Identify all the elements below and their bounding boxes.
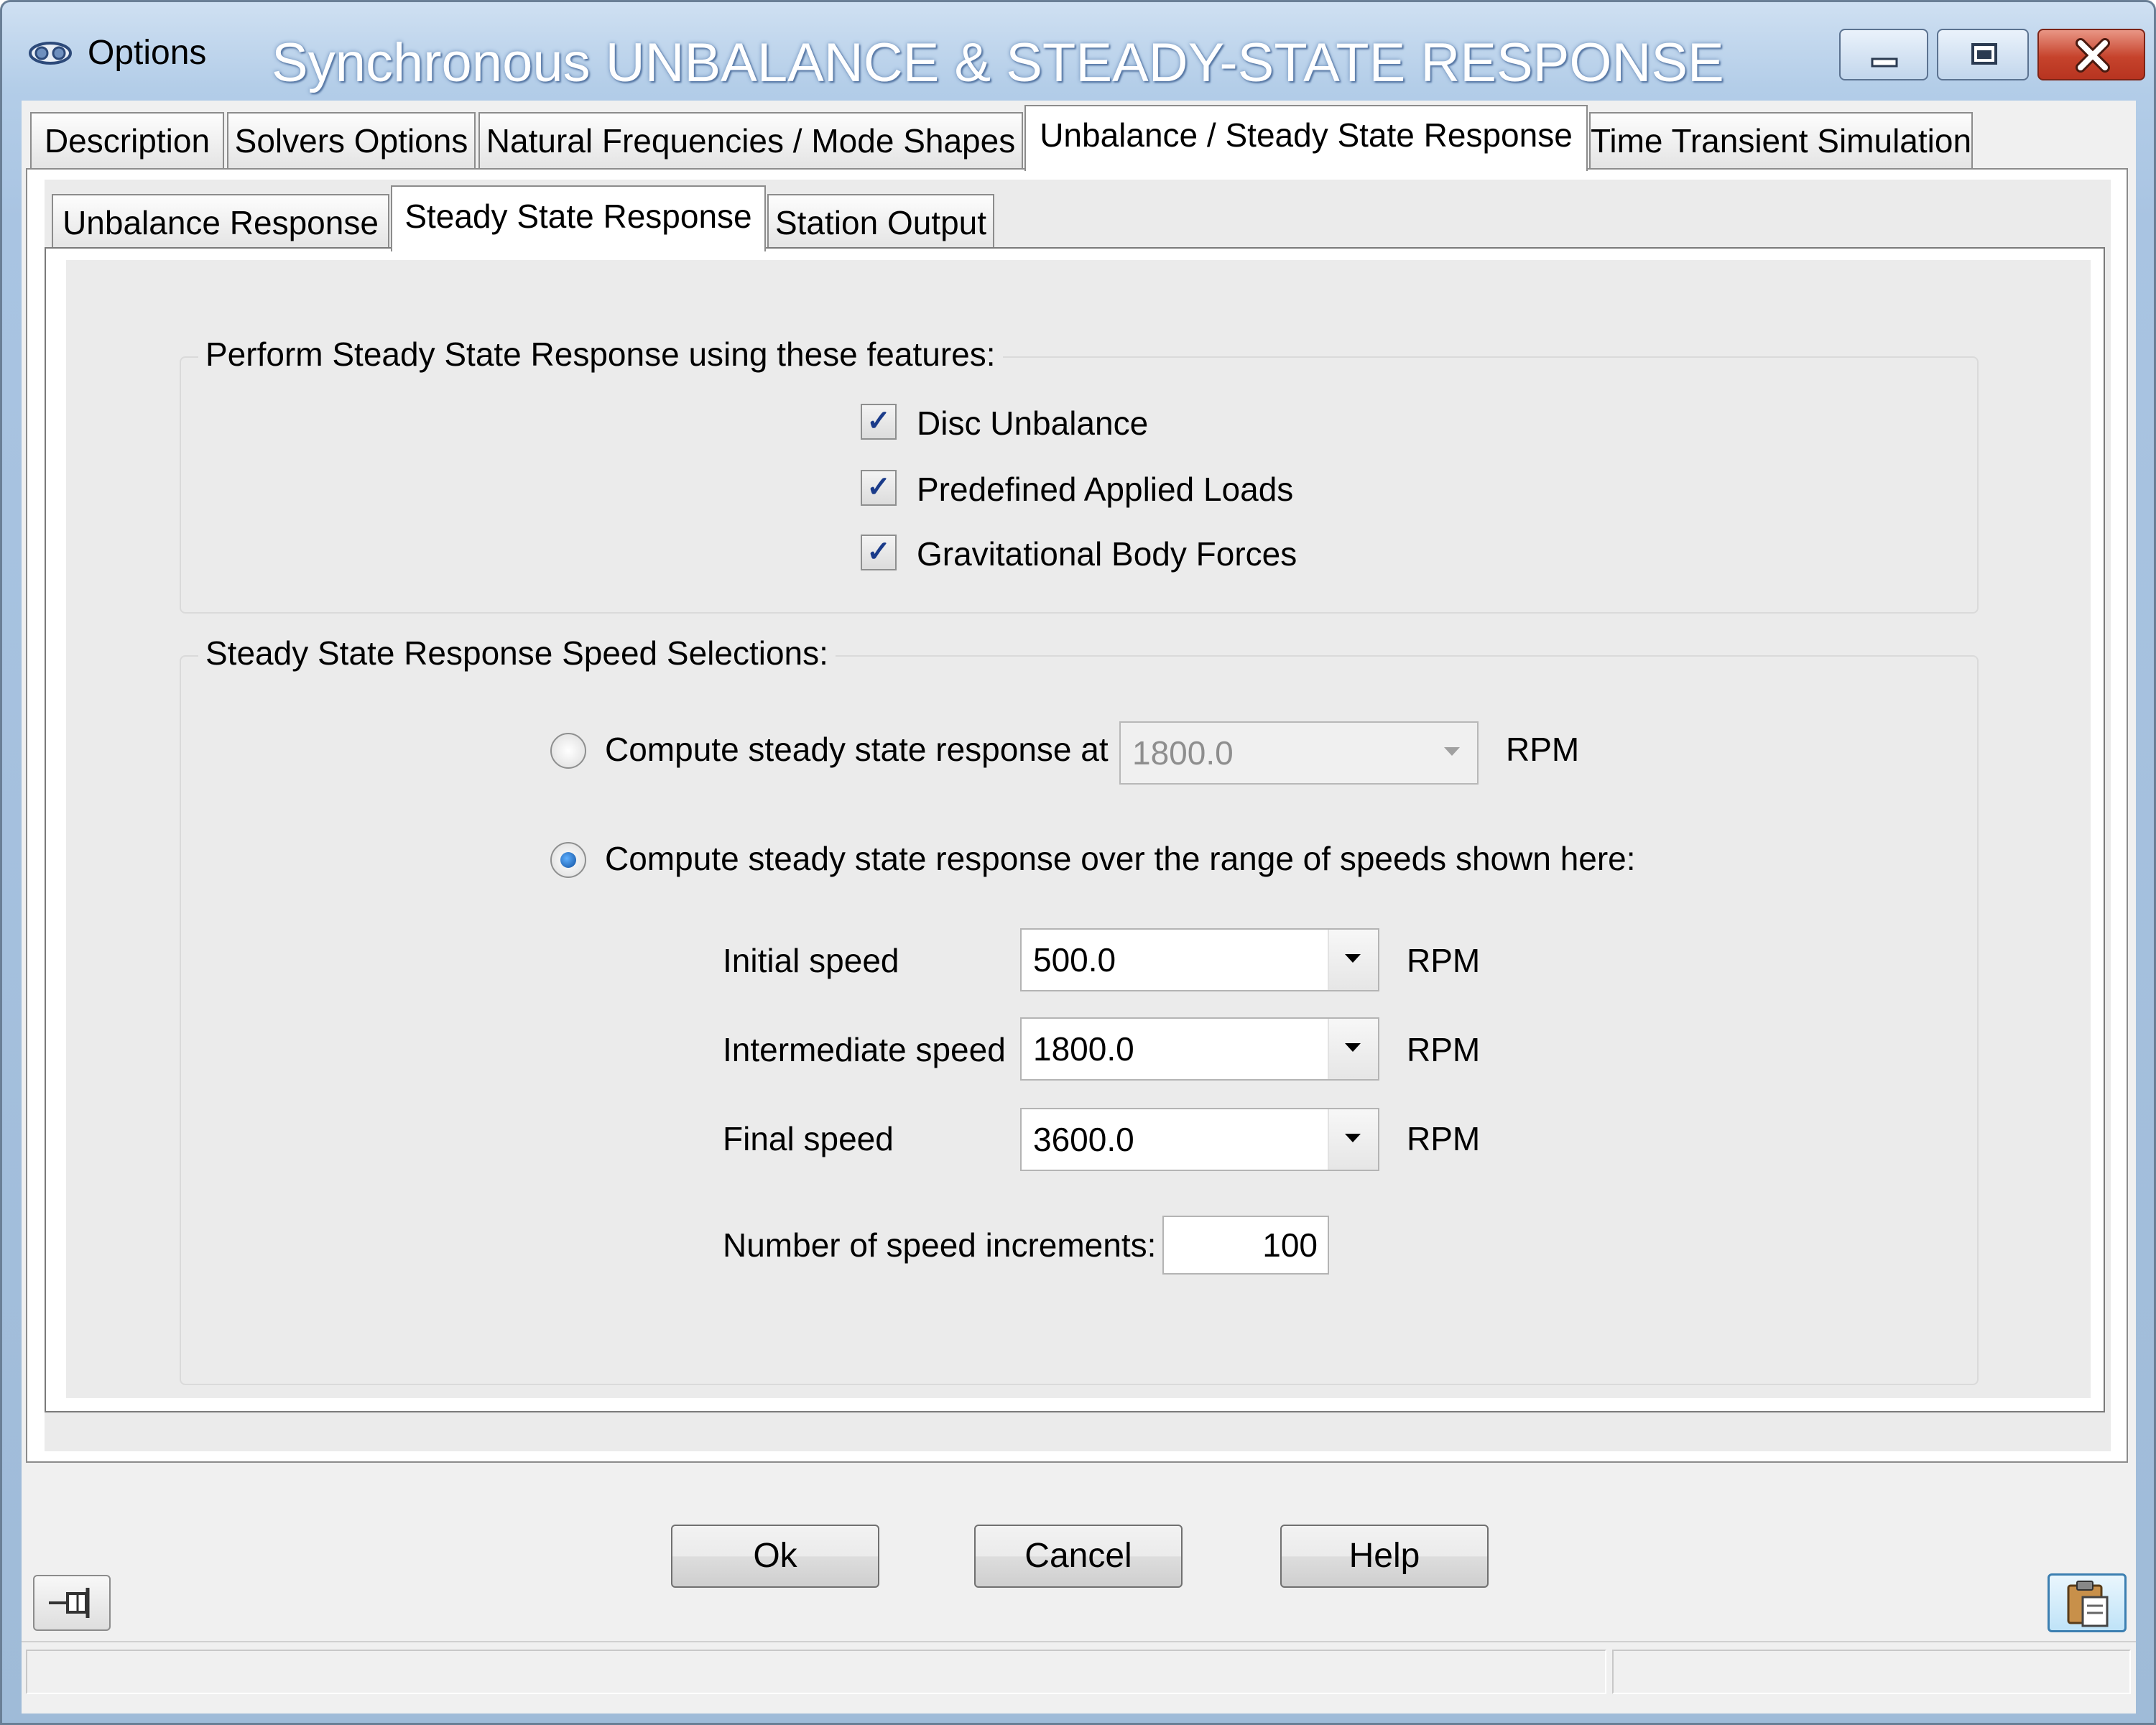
dropdown-button[interactable] [1428, 723, 1477, 783]
status-pane-main [26, 1650, 1606, 1694]
status-pane-secondary [1612, 1650, 2131, 1694]
speed-range-label: Compute steady state response over the r… [605, 840, 1636, 877]
dropdown-button[interactable] [1328, 1019, 1378, 1079]
predefined-applied-loads-checkbox[interactable]: ✓ [861, 470, 897, 506]
dropdown-button[interactable] [1328, 930, 1378, 990]
pin-button[interactable] [33, 1575, 111, 1631]
final-speed-label: Final speed [723, 1120, 894, 1157]
options-app-icon [27, 36, 73, 70]
final-speed-unit: RPM [1407, 1120, 1481, 1157]
minimize-icon [1871, 57, 1898, 68]
tab-unbalance-steady-state[interactable]: Unbalance / Steady State Response [1024, 105, 1588, 171]
intermediate-speed-combo[interactable]: 1800.0 [1020, 1017, 1379, 1081]
tab-time-transient-simulation[interactable]: Time Transient Simulation [1589, 112, 1973, 168]
maximize-icon [1971, 43, 1997, 65]
subtab-steady-state-response[interactable]: Steady State Response [391, 185, 766, 251]
final-speed-combo[interactable]: 3600.0 [1020, 1108, 1379, 1171]
initial-speed-value: 500.0 [1033, 941, 1116, 979]
title-bar[interactable]: Options Synchronous UNBALANCE & STEADY-S… [0, 0, 2156, 108]
pin-icon [49, 1588, 90, 1618]
cancel-button[interactable]: Cancel [974, 1525, 1183, 1588]
chevron-down-icon [1345, 1134, 1361, 1142]
help-button[interactable]: Help [1280, 1525, 1489, 1588]
speed-increments-label: Number of speed increments: [723, 1226, 1157, 1264]
gravitational-body-forces-checkbox[interactable]: ✓ [861, 535, 897, 570]
chevron-down-icon [1345, 954, 1361, 963]
clipboard-button[interactable] [2048, 1573, 2127, 1632]
close-button[interactable] [2037, 29, 2145, 80]
ok-button[interactable]: Ok [671, 1525, 879, 1588]
tab-natural-frequencies[interactable]: Natural Frequencies / Mode Shapes [478, 112, 1023, 168]
speed-range-radio[interactable] [550, 842, 586, 878]
intermediate-speed-unit: RPM [1407, 1031, 1481, 1068]
window-title: Options [88, 34, 207, 72]
single-speed-value: 1800.0 [1132, 734, 1234, 772]
chevron-down-icon [1345, 1043, 1361, 1052]
predefined-applied-loads-label: Predefined Applied Loads [917, 471, 1294, 508]
checkmark-icon: ✓ [866, 471, 891, 503]
single-speed-radio[interactable] [550, 733, 586, 769]
initial-speed-unit: RPM [1407, 942, 1481, 979]
overlay-heading: Synchronous UNBALANCE & STEADY-STATE RES… [272, 32, 1724, 93]
speed-increments-input[interactable]: 100 [1162, 1216, 1329, 1275]
disc-unbalance-checkbox[interactable]: ✓ [861, 404, 897, 440]
final-speed-value: 3600.0 [1033, 1121, 1134, 1158]
gravitational-body-forces-label: Gravitational Body Forces [917, 535, 1297, 573]
single-speed-combo[interactable]: 1800.0 [1119, 721, 1479, 785]
subtab-unbalance-response[interactable]: Unbalance Response [52, 194, 389, 249]
initial-speed-label: Initial speed [723, 942, 899, 979]
subtab-station-output[interactable]: Station Output [767, 194, 994, 249]
maximize-button[interactable] [1937, 29, 2029, 80]
disc-unbalance-label: Disc Unbalance [917, 404, 1149, 442]
initial-speed-combo[interactable]: 500.0 [1020, 928, 1379, 991]
speed-selections-group-label: Steady State Response Speed Selections: [198, 634, 836, 672]
single-speed-label: Compute steady state response at [605, 731, 1109, 768]
checkmark-icon: ✓ [866, 405, 891, 437]
dropdown-button[interactable] [1328, 1109, 1378, 1170]
checkmark-icon: ✓ [866, 536, 891, 568]
intermediate-speed-label: Intermediate speed [723, 1031, 1006, 1068]
single-speed-unit: RPM [1506, 731, 1580, 768]
tab-description[interactable]: Description [30, 112, 224, 168]
close-icon [2076, 38, 2110, 73]
intermediate-speed-value: 1800.0 [1033, 1030, 1134, 1068]
tab-solvers-options[interactable]: Solvers Options [227, 112, 476, 168]
minimize-button[interactable] [1839, 29, 1928, 80]
chevron-down-icon [1444, 747, 1460, 756]
clipboard-icon [2067, 1581, 2109, 1627]
features-group-label: Perform Steady State Response using thes… [198, 335, 1003, 374]
